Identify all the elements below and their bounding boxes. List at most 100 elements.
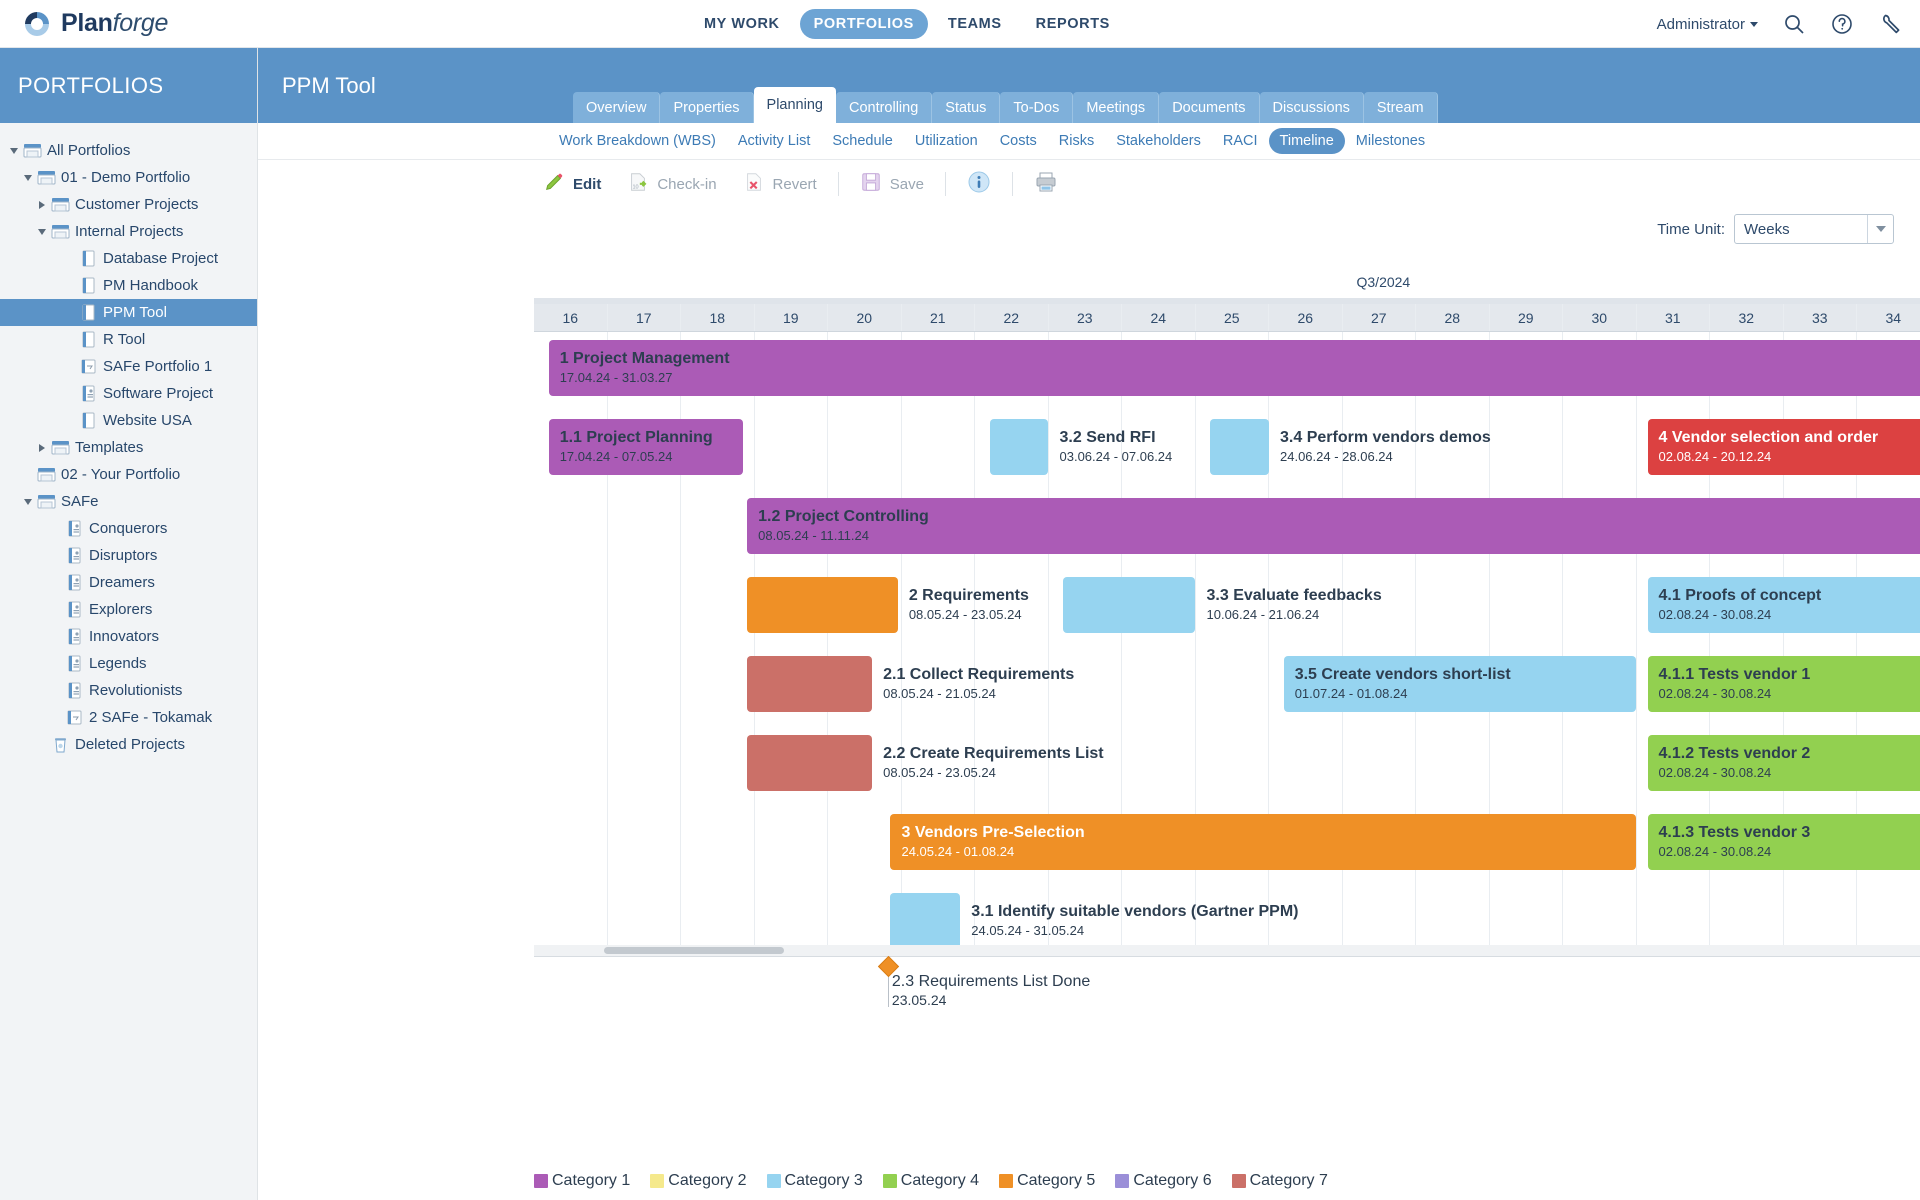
tab-overview[interactable]: Overview [573, 92, 661, 123]
subtab-activity-list[interactable]: Activity List [727, 128, 822, 154]
tab-documents[interactable]: Documents [1159, 92, 1260, 123]
tools-icon[interactable] [1878, 12, 1902, 36]
sidebar-item-conquerors[interactable]: Conquerors [0, 515, 257, 542]
checkin-button[interactable]: 10 Check-in [614, 167, 729, 201]
subtab-costs[interactable]: Costs [989, 128, 1048, 154]
gantt-bar[interactable]: 4.1.1 Tests vendor 1 02.08.24 - 30.08.24 [1647, 656, 1920, 712]
chevron-down-icon[interactable] [1867, 215, 1893, 243]
brand-logo[interactable]: Planforge [22, 9, 168, 39]
time-unit-select[interactable]: Weeks [1734, 214, 1894, 244]
gantt-bar[interactable] [989, 419, 1049, 475]
subtab-milestones[interactable]: Milestones [1345, 128, 1436, 154]
gantt-bar[interactable]: 4.1.3 Tests vendor 3 02.08.24 - 30.08.24 [1647, 814, 1920, 870]
tab-discussions[interactable]: Discussions [1259, 92, 1364, 123]
sidebar-item-templates[interactable]: Templates [0, 434, 257, 461]
subtab-raci[interactable]: RACI [1212, 128, 1269, 154]
sidebar-item-customer-projects[interactable]: Customer Projects [0, 191, 257, 218]
sidebar-item-r-tool[interactable]: R Tool [0, 326, 257, 353]
subtab-schedule[interactable]: Schedule [821, 128, 903, 154]
gantt-bar[interactable]: 4.1.2 Tests vendor 2 02.08.24 - 30.08.24 [1647, 735, 1920, 791]
doc-icon [78, 331, 98, 348]
sidebar-item-pm-handbook[interactable]: PM Handbook [0, 272, 257, 299]
trash-icon [50, 736, 70, 753]
gantt-bar[interactable]: 3.5 Create vendors short-list 01.07.24 - … [1283, 656, 1637, 712]
gantt-bar[interactable]: 1.2 Project Controlling 08.05.24 - 11.11.… [747, 498, 1920, 554]
tab-planning[interactable]: Planning [753, 87, 836, 123]
save-button[interactable]: Save [847, 167, 937, 201]
gantt-bar-dates: 24.05.24 - 01.08.24 [901, 844, 1015, 859]
gantt-bar[interactable] [1063, 577, 1196, 633]
tab-stream[interactable]: Stream [1363, 92, 1438, 123]
gantt-bar[interactable] [747, 656, 873, 712]
subtab-timeline[interactable]: Timeline [1268, 128, 1345, 154]
subtab-stakeholders[interactable]: Stakeholders [1105, 128, 1212, 154]
user-menu[interactable]: Administrator [1657, 16, 1758, 33]
tree-toggle[interactable] [20, 498, 36, 505]
week-column-header: 29 [1490, 304, 1563, 331]
tab-meetings[interactable]: Meetings [1073, 92, 1160, 123]
sidebar-item-innovators[interactable]: Innovators [0, 623, 257, 650]
sidebar-item-legends[interactable]: Legends [0, 650, 257, 677]
gantt-bar[interactable]: 4 Vendor selection and order 02.08.24 - 2… [1647, 419, 1920, 475]
nav-item-reports[interactable]: REPORTS [1022, 9, 1124, 39]
gantt-bar[interactable] [1210, 419, 1269, 475]
subtab-work-breakdown-wbs[interactable]: Work Breakdown (WBS) [548, 128, 727, 154]
sidebar-item-deleted-projects[interactable]: Deleted Projects [0, 731, 257, 758]
gantt-bar[interactable]: 1 Project Management 17.04.24 - 31.03.27 [548, 340, 1920, 396]
tab-to-dos[interactable]: To-Dos [1000, 92, 1074, 123]
sidebar-item-software-project[interactable]: Software Project [0, 380, 257, 407]
gantt-bar-dates: 02.08.24 - 30.08.24 [1658, 686, 1772, 701]
week-number: 16 [562, 310, 579, 326]
sidebar-item-safe[interactable]: SAFe [0, 488, 257, 515]
sidebar-item-ppm-tool[interactable]: PPM Tool [0, 299, 257, 326]
gantt-bar[interactable] [890, 893, 961, 949]
week-column-header: 32 [1710, 304, 1784, 331]
subtab-risks[interactable]: Risks [1048, 128, 1105, 154]
legend-swatch [999, 1174, 1014, 1188]
sidebar-item-revolutionists[interactable]: Revolutionists [0, 677, 257, 704]
revert-button[interactable]: Revert [730, 167, 830, 201]
toolbar-divider-3 [1011, 172, 1013, 196]
sidebar-item-label: PM Handbook [103, 277, 199, 294]
sidebar-item-safe-portfolio-1[interactable]: SAFe Portfolio 1 [0, 353, 257, 380]
tab-status[interactable]: Status [932, 92, 1001, 123]
nav-item-my-work[interactable]: MY WORK [690, 9, 794, 39]
info-button[interactable] [954, 167, 1004, 201]
tree-toggle[interactable] [34, 228, 50, 235]
sidebar-item-label: Innovators [89, 628, 160, 645]
tree-toggle[interactable] [34, 443, 50, 452]
gantt-bar[interactable] [747, 577, 898, 633]
gantt-bar-title: 4.1 Proofs of concept [1658, 587, 1822, 604]
gantt-bar[interactable] [747, 735, 873, 791]
gantt-bar[interactable]: 4.1 Proofs of concept 02.08.24 - 30.08.24 [1647, 577, 1920, 633]
help-icon[interactable] [1830, 12, 1854, 36]
edit-button[interactable]: Edit [530, 167, 614, 201]
sidebar-item-website-usa[interactable]: Website USA [0, 407, 257, 434]
nav-item-portfolios[interactable]: PORTFOLIOS [799, 9, 928, 39]
tree-toggle[interactable] [6, 147, 22, 154]
sidebar-item-database-project[interactable]: Database Project [0, 245, 257, 272]
week-column-header: 30 [1563, 304, 1637, 331]
search-icon[interactable] [1782, 12, 1806, 36]
gantt-bar[interactable]: 1.1 Project Planning 17.04.24 - 07.05.24 [548, 419, 744, 475]
sidebar-item-internal-projects[interactable]: Internal Projects [0, 218, 257, 245]
subtab-utilization[interactable]: Utilization [904, 128, 989, 154]
week-column-header: 17 [608, 304, 681, 331]
sidebar-item-01-demo-portfolio[interactable]: 01 - Demo Portfolio [0, 164, 257, 191]
legend-swatch [1231, 1174, 1246, 1188]
tab-properties[interactable]: Properties [660, 92, 754, 123]
sidebar-item-2-safe-tokamak[interactable]: 2 SAFe - Tokamak [0, 704, 257, 731]
horizontal-scrollbar[interactable] [534, 945, 1920, 956]
sidebar-item-dreamers[interactable]: Dreamers [0, 569, 257, 596]
sidebar-item-disruptors[interactable]: Disruptors [0, 542, 257, 569]
tab-controlling[interactable]: Controlling [835, 92, 933, 123]
horizontal-scrollbar-thumb[interactable] [604, 947, 784, 954]
sidebar-item-02-your-portfolio[interactable]: 02 - Your Portfolio [0, 461, 257, 488]
gantt-bar[interactable]: 3 Vendors Pre-Selection 24.05.24 - 01.08.… [890, 814, 1637, 870]
sidebar-item-all-portfolios[interactable]: All Portfolios [0, 137, 257, 164]
tree-toggle[interactable] [34, 200, 50, 209]
print-button[interactable] [1021, 167, 1071, 201]
sidebar-item-explorers[interactable]: Explorers [0, 596, 257, 623]
nav-item-teams[interactable]: TEAMS [934, 9, 1016, 39]
tree-toggle[interactable] [20, 174, 36, 181]
